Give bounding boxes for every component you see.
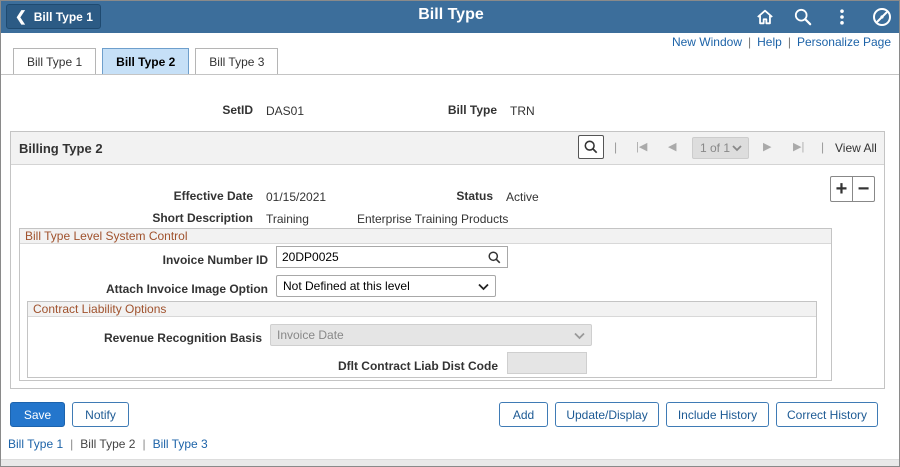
contract-liability-title: Contract Liability Options (28, 302, 816, 317)
bottom-page-links: Bill Type 1 | Bill Type 2 | Bill Type 3 (8, 437, 208, 451)
system-control-group: Bill Type Level System Control Invoice N… (19, 228, 832, 381)
effective-date-value: 01/15/2021 (266, 190, 327, 204)
setid-label: SetID (222, 103, 253, 117)
search-icon[interactable] (793, 7, 813, 27)
bottom-link-bill-type-1[interactable]: Bill Type 1 (8, 437, 63, 451)
help-link[interactable]: Help (757, 35, 782, 49)
tab-bill-type-3[interactable]: Bill Type 3 (195, 48, 279, 75)
invoice-number-id-label: Invoice Number ID (162, 253, 268, 267)
bill-type-label: Bill Type (447, 103, 497, 117)
notify-button[interactable]: Notify (72, 402, 129, 427)
navbar-icon[interactable] (872, 7, 892, 27)
next-row-icon[interactable]: ▶ (763, 140, 771, 153)
setid-value: DAS01 (266, 104, 305, 118)
tab-divider (1, 74, 899, 75)
contract-liability-group: Contract Liability Options Revenue Recog… (27, 301, 817, 378)
tab-bill-type-1[interactable]: Bill Type 1 (13, 48, 97, 75)
last-row-icon[interactable]: ▶| (793, 140, 804, 153)
add-row-icon[interactable]: + (831, 177, 852, 201)
correct-history-button[interactable]: Correct History (776, 402, 878, 427)
short-description-label: Short Description (152, 211, 253, 225)
long-description-value: Enterprise Training Products (357, 212, 509, 226)
save-button[interactable]: Save (10, 402, 65, 427)
personalize-page-link[interactable]: Personalize Page (797, 35, 891, 49)
tab-bill-type-2[interactable]: Bill Type 2 (102, 48, 190, 75)
include-history-button[interactable]: Include History (666, 402, 769, 427)
bottom-link-bill-type-2: Bill Type 2 (80, 437, 136, 451)
first-row-icon[interactable]: |◀ (636, 140, 647, 153)
search-icon (584, 140, 598, 154)
home-icon[interactable] (755, 7, 775, 27)
status-label: Status (456, 189, 493, 203)
attach-invoice-image-label: Attach Invoice Image Option (105, 282, 268, 296)
system-control-title: Bill Type Level System Control (20, 229, 831, 244)
grid-header: Billing Type 2 | |◀ ◀ 1 of 1 ▶ ▶| | View… (11, 132, 884, 165)
status-value: Active (506, 190, 539, 204)
revenue-recognition-basis-label: Revenue Recognition Basis (103, 331, 262, 345)
previous-row-icon[interactable]: ◀ (668, 140, 676, 153)
search-icon[interactable] (488, 251, 501, 264)
new-window-link[interactable]: New Window (672, 35, 742, 49)
chevron-down-icon (478, 283, 489, 291)
actions-menu-icon[interactable] (832, 7, 852, 27)
short-description-value: Training (266, 212, 309, 226)
revenue-recognition-basis-select: Invoice Date (270, 324, 592, 346)
chevron-down-icon (732, 145, 742, 152)
add-button[interactable]: Add (499, 402, 548, 427)
billing-type-grid: Billing Type 2 | |◀ ◀ 1 of 1 ▶ ▶| | View… (10, 131, 885, 389)
update-display-button[interactable]: Update/Display (555, 402, 659, 427)
top-links: New Window | Help | Personalize Page (671, 35, 891, 49)
page-tabs: Bill Type 1 Bill Type 2 Bill Type 3 (13, 48, 279, 75)
dflt-contract-liab-dist-code-input (507, 352, 587, 374)
bottom-link-bill-type-3[interactable]: Bill Type 3 (153, 437, 208, 451)
page-frame: ❮ Bill Type 1 Bill Type New Window | Help | P… (0, 0, 900, 467)
invoice-number-id-input[interactable]: 20DP0025 (276, 246, 508, 268)
add-delete-row-buttons: + − (830, 176, 875, 202)
horizontal-scrollbar[interactable] (1, 459, 899, 466)
bill-type-value: TRN (510, 104, 535, 118)
dflt-contract-liab-dist-code-label: Dflt Contract Liab Dist Code (337, 359, 498, 373)
grid-title: Billing Type 2 (19, 141, 103, 156)
effective-date-label: Effective Date (173, 189, 253, 203)
find-button[interactable] (578, 135, 604, 159)
attach-invoice-image-select[interactable]: Not Defined at this level (276, 275, 496, 297)
delete-row-icon[interactable]: − (852, 177, 874, 201)
view-all-link[interactable]: View All (835, 141, 877, 155)
row-selector[interactable]: 1 of 1 (692, 137, 749, 159)
chevron-down-icon (574, 332, 585, 340)
page-header: ❮ Bill Type 1 Bill Type (1, 1, 899, 33)
